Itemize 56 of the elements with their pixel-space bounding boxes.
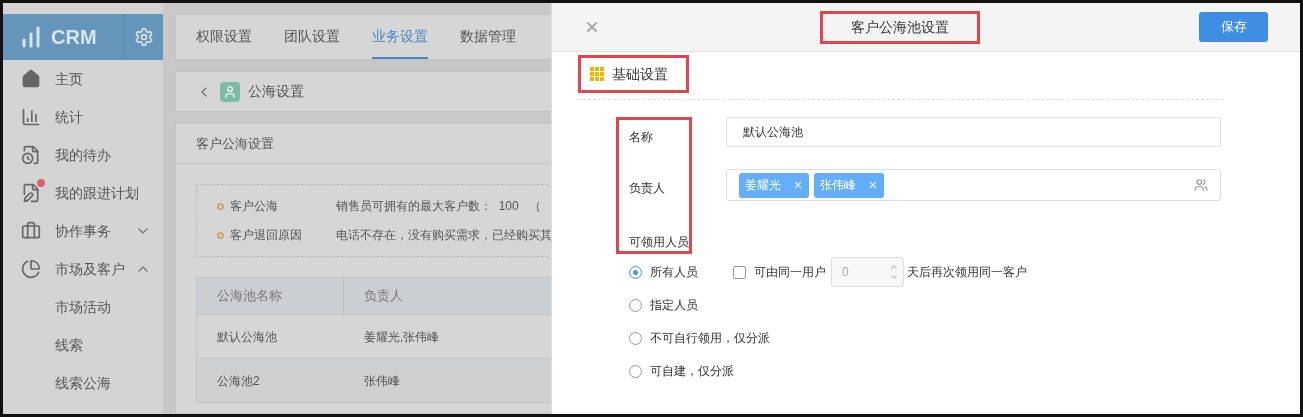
field-label: 名称 <box>629 129 654 146</box>
sidebar-subitem[interactable]: 线索公海 <box>3 364 163 402</box>
table-cell-text: 公海池2 <box>216 372 261 390</box>
name-field[interactable]: 默认公海池 <box>726 117 1221 147</box>
radio-option[interactable]: 指定人员 <box>629 296 733 314</box>
home-icon <box>21 69 41 89</box>
remove-icon[interactable] <box>868 180 878 190</box>
document-pen-icon <box>21 183 41 203</box>
page-title: 公海设置 <box>248 82 304 101</box>
field-label: 可领用人员 <box>629 234 689 251</box>
document-clock-icon <box>21 145 41 165</box>
info-label: 客户退回原因 <box>230 227 303 244</box>
sidebar-item[interactable]: 统计 <box>3 98 163 136</box>
checkbox[interactable] <box>733 265 746 279</box>
info-text: 电话不存在，没有购买需求，已经购买其 <box>336 227 551 244</box>
checkbox-label: 可由同一用户 <box>754 264 826 281</box>
sidebar-item[interactable]: 我的待办 <box>3 136 163 174</box>
panel-title: 客户公海池设置 <box>819 10 980 44</box>
owner-tag: 姜耀光 <box>739 172 809 198</box>
tab[interactable]: 团队设置 <box>284 15 340 59</box>
app-logo: CRM <box>51 25 97 50</box>
sidebar-subitem[interactable]: 线索 <box>3 326 163 364</box>
sidebar-item[interactable]: 我的跟进计划 <box>3 174 163 212</box>
field-label: 负责人 <box>629 179 666 197</box>
pie-chart-icon <box>21 259 41 279</box>
radio-option[interactable]: 不可自行领用，仅分派 <box>629 329 778 347</box>
column-header: 负责人 <box>363 287 404 306</box>
gear-icon <box>134 27 154 47</box>
radio-option[interactable]: 所有人员 <box>629 263 733 281</box>
table-cell-text: 张伟峰 <box>363 372 401 390</box>
bullet-icon <box>217 202 224 210</box>
briefcase-icon <box>21 221 41 241</box>
sidebar-item[interactable]: 协作事务 <box>3 212 163 250</box>
people-icon[interactable] <box>1194 178 1208 192</box>
sidebar-item[interactable]: 市场及客户 <box>3 250 163 288</box>
tab[interactable]: 权限设置 <box>196 15 252 59</box>
save-button[interactable]: 保存 <box>1199 12 1268 42</box>
grid-icon <box>590 67 604 81</box>
table-cell-text: 姜耀光,张伟峰 <box>363 328 441 346</box>
info-label: 客户公海 <box>230 198 279 215</box>
tab[interactable]: 数据管理 <box>460 15 516 59</box>
sidebar-item[interactable]: 主页 <box>3 60 163 98</box>
radio-option[interactable]: 可自建，仅分派 <box>629 362 742 380</box>
column-header: 公海池名称 <box>197 278 344 314</box>
close-icon[interactable] <box>584 19 600 35</box>
section-title: 基础设置 <box>612 64 668 84</box>
tab[interactable]: 业务设置 <box>372 15 428 59</box>
user-icon <box>220 81 240 102</box>
info-text: 销售员可拥有的最大客户数： 100 （ <box>336 198 541 215</box>
suffix-text: 天后再次领用同一客户 <box>907 264 1027 281</box>
bullet-icon <box>217 231 224 239</box>
bar-chart-icon <box>21 107 41 127</box>
remove-icon[interactable] <box>793 180 803 190</box>
table-cell-text: 默认公海池 <box>216 328 278 346</box>
owner-tag: 张伟峰 <box>814 172 884 198</box>
sidebar-subitem[interactable]: 市场活动 <box>3 288 163 326</box>
